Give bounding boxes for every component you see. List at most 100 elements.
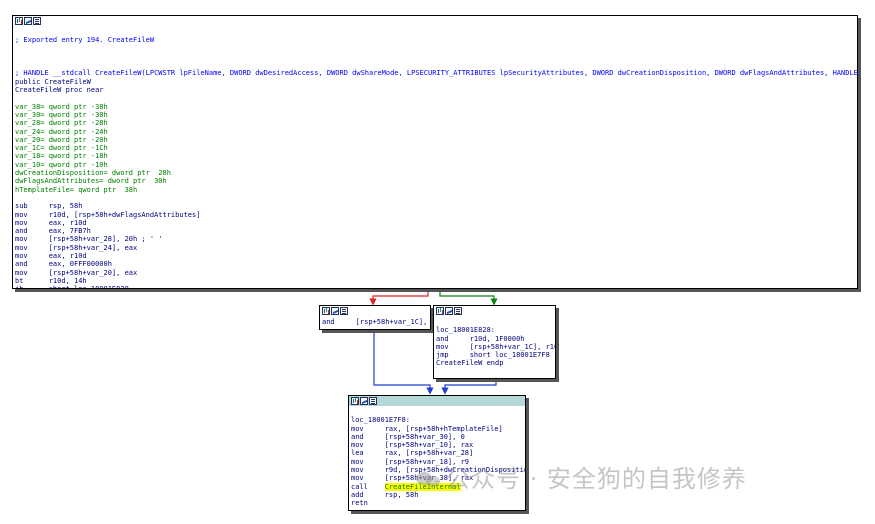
code-line[interactable]: loc_18001E828: bbox=[436, 326, 553, 334]
chart-icon[interactable] bbox=[331, 307, 339, 315]
header-icons bbox=[15, 17, 41, 25]
edge-false-branch[interactable] bbox=[369, 288, 429, 306]
instruction-text: and [rsp+58h+var_1C], 0 bbox=[322, 318, 430, 326]
block-header bbox=[434, 306, 555, 316]
edge-true-branch[interactable] bbox=[439, 288, 498, 306]
code-line[interactable]: and eax, 0FFF00000h bbox=[15, 260, 855, 268]
code-listing: ; Exported entry 194. CreateFileW ; HANDL… bbox=[13, 26, 857, 288]
block-header bbox=[320, 306, 430, 316]
edge-left-to-bottom[interactable] bbox=[373, 329, 434, 395]
watermark-text: 公众号 · 安全狗的自我修养 bbox=[446, 465, 747, 493]
code-line[interactable]: and eax, 7FB7h bbox=[15, 227, 855, 235]
code-line[interactable]: var_1C= dword ptr -1Ch bbox=[15, 144, 855, 152]
code-line[interactable]: mov [rsp+58h+var_10], rax bbox=[351, 441, 523, 449]
code-line[interactable]: var_24= dword ptr -24h bbox=[15, 128, 855, 136]
instruction-text: lea rax, [rsp+58h+var_28] bbox=[351, 449, 474, 458]
code-line[interactable]: ; HANDLE __stdcall CreateFileW(LPCWSTR l… bbox=[15, 69, 857, 77]
instruction-text: jb short loc_18001E828 bbox=[15, 285, 129, 288]
chart-icon[interactable] bbox=[24, 17, 32, 25]
code-line[interactable]: mov [rsp+58h+var_1C], r10d bbox=[436, 342, 555, 351]
loc-18001e828-block[interactable]: loc_18001E828: and r10d, 1F0000h mov [rsp+… bbox=[433, 305, 556, 379]
code-line[interactable]: ; Exported entry 194. CreateFileW bbox=[15, 36, 855, 44]
code-line[interactable]: mov [rsp+58h+var_20], eax bbox=[15, 269, 855, 277]
text-view-icon[interactable] bbox=[454, 307, 462, 315]
header-icons bbox=[436, 307, 462, 315]
fallthrough-block[interactable]: and [rsp+58h+var_1C], 0 bbox=[319, 305, 431, 330]
code-line[interactable]: mov r10d, [rsp+58h+dwFlagsAndAttributes] bbox=[15, 211, 855, 219]
code-line[interactable]: CreateFileW proc near bbox=[15, 86, 855, 94]
code-line[interactable]: dwCreationDisposition= dword ptr 28h bbox=[15, 169, 855, 177]
code-line[interactable]: and r10d, 1F0000h bbox=[436, 335, 553, 343]
code-line[interactable] bbox=[15, 53, 855, 61]
code-line[interactable]: sub rsp, 58h bbox=[15, 202, 855, 210]
code-line[interactable] bbox=[15, 94, 855, 102]
text-view-icon[interactable] bbox=[340, 307, 348, 315]
instruction-text: bt r10d, 14h bbox=[15, 276, 87, 285]
code-line[interactable]: public CreateFileW bbox=[15, 78, 855, 86]
code-line[interactable]: var_30= qword ptr -30h bbox=[15, 111, 855, 119]
instruction-text: mov [rsp+58h+var_24], eax bbox=[15, 243, 138, 252]
code-line[interactable] bbox=[15, 45, 855, 53]
instruction-text: public CreateFileW bbox=[15, 77, 91, 86]
code-line[interactable] bbox=[351, 408, 523, 416]
instruction-text: loc_18001E7F8: bbox=[351, 416, 411, 425]
code-line[interactable]: var_20= dword ptr -20h bbox=[15, 136, 855, 144]
stack-variable-definition: dwFlagsAndAttributes= dword ptr 30h bbox=[15, 177, 167, 186]
stack-variable-definition: var_1C= dword ptr -1Ch bbox=[15, 144, 108, 153]
code-line[interactable]: retn bbox=[351, 499, 523, 507]
code-line[interactable]: hTemplateFile= qword ptr 38h bbox=[15, 186, 855, 194]
code-line[interactable]: CreateFileW endp bbox=[436, 359, 553, 367]
instruction-mnemonic: call bbox=[351, 482, 385, 491]
code-line[interactable]: var_38= qword ptr -38h bbox=[15, 103, 855, 111]
block-header bbox=[13, 16, 857, 26]
stack-variable-definition: var_18= qword ptr -18h bbox=[15, 152, 108, 161]
code-line[interactable]: and [rsp+58h+var_30], 0 bbox=[351, 433, 523, 441]
text-view-icon[interactable] bbox=[369, 397, 377, 405]
code-listing: and [rsp+58h+var_1C], 0 bbox=[320, 316, 430, 329]
code-line[interactable]: loc_18001E7F8: bbox=[351, 416, 523, 424]
code-line[interactable]: var_10= qword ptr -10h bbox=[15, 161, 855, 169]
block-header-selected bbox=[349, 396, 525, 406]
graph-overview-icon[interactable] bbox=[15, 17, 23, 25]
code-line[interactable]: var_18= qword ptr -18h bbox=[15, 152, 855, 160]
code-line[interactable]: bt r10d, 14h bbox=[15, 277, 855, 285]
code-line[interactable]: and [rsp+58h+var_1C], 0 bbox=[322, 318, 428, 326]
instruction-text: mov [rsp+58h+var_10], rax bbox=[351, 441, 474, 450]
text-view-icon[interactable] bbox=[33, 17, 41, 25]
instruction-text: mov [rsp+58h+var_1C], r10d bbox=[436, 342, 555, 351]
instruction-text: CreateFileW proc near bbox=[15, 86, 104, 95]
instruction-text: retn bbox=[351, 499, 368, 508]
code-line[interactable] bbox=[15, 28, 855, 36]
code-listing: loc_18001E828: and r10d, 1F0000h mov [rsp+… bbox=[434, 316, 555, 378]
instruction-text: add rsp, 58h bbox=[351, 490, 419, 499]
code-line[interactable]: mov rax, [rsp+58h+hTemplateFile] bbox=[351, 425, 523, 433]
code-line[interactable]: mov [rsp+58h+var_28], 20h ; ' ' bbox=[15, 235, 855, 243]
instruction-text: and eax, 7FB7h bbox=[15, 227, 91, 236]
code-line[interactable]: jb short loc_18001E828 bbox=[15, 285, 855, 288]
code-listing: loc_18001E7F8: mov rax, [rsp+58h+hTemplat… bbox=[349, 406, 525, 510]
code-line[interactable]: lea rax, [rsp+58h+var_28] bbox=[351, 449, 523, 457]
graph-overview-icon[interactable] bbox=[322, 307, 330, 315]
function-entry-block[interactable]: ; Exported entry 194. CreateFileW ; HANDL… bbox=[12, 15, 858, 289]
comment-text: ; Exported entry 194. CreateFileW bbox=[15, 36, 155, 45]
code-line[interactable]: jmp short loc_18001E7F8 bbox=[436, 351, 553, 359]
code-line[interactable]: mov eax, r10d bbox=[15, 252, 855, 260]
code-line[interactable]: var_28= dword ptr -28h bbox=[15, 119, 855, 127]
code-line[interactable] bbox=[436, 318, 553, 326]
instruction-text: loc_18001E828: bbox=[436, 326, 496, 335]
code-line[interactable] bbox=[15, 61, 855, 69]
instruction-text: and [rsp+58h+var_30], 0 bbox=[351, 432, 465, 441]
stack-variable-definition: var_30= qword ptr -30h bbox=[15, 110, 108, 119]
graph-overview-icon[interactable] bbox=[351, 397, 359, 405]
instruction-text: mov [rsp+58h+var_28], 20h ; ' ' bbox=[15, 235, 163, 244]
code-line[interactable] bbox=[15, 194, 855, 202]
code-line[interactable]: dwFlagsAndAttributes= dword ptr 30h bbox=[15, 177, 855, 185]
graph-overview-icon[interactable] bbox=[436, 307, 444, 315]
code-line[interactable]: mov eax, r10d bbox=[15, 219, 855, 227]
code-line[interactable]: mov [rsp+58h+var_24], eax bbox=[15, 244, 855, 252]
chart-icon[interactable] bbox=[360, 397, 368, 405]
instruction-text: CreateFileW endp bbox=[436, 359, 504, 368]
chart-icon[interactable] bbox=[445, 307, 453, 315]
edge-right-to-bottom[interactable] bbox=[441, 378, 497, 395]
stack-variable-definition: var_24= dword ptr -24h bbox=[15, 127, 108, 136]
